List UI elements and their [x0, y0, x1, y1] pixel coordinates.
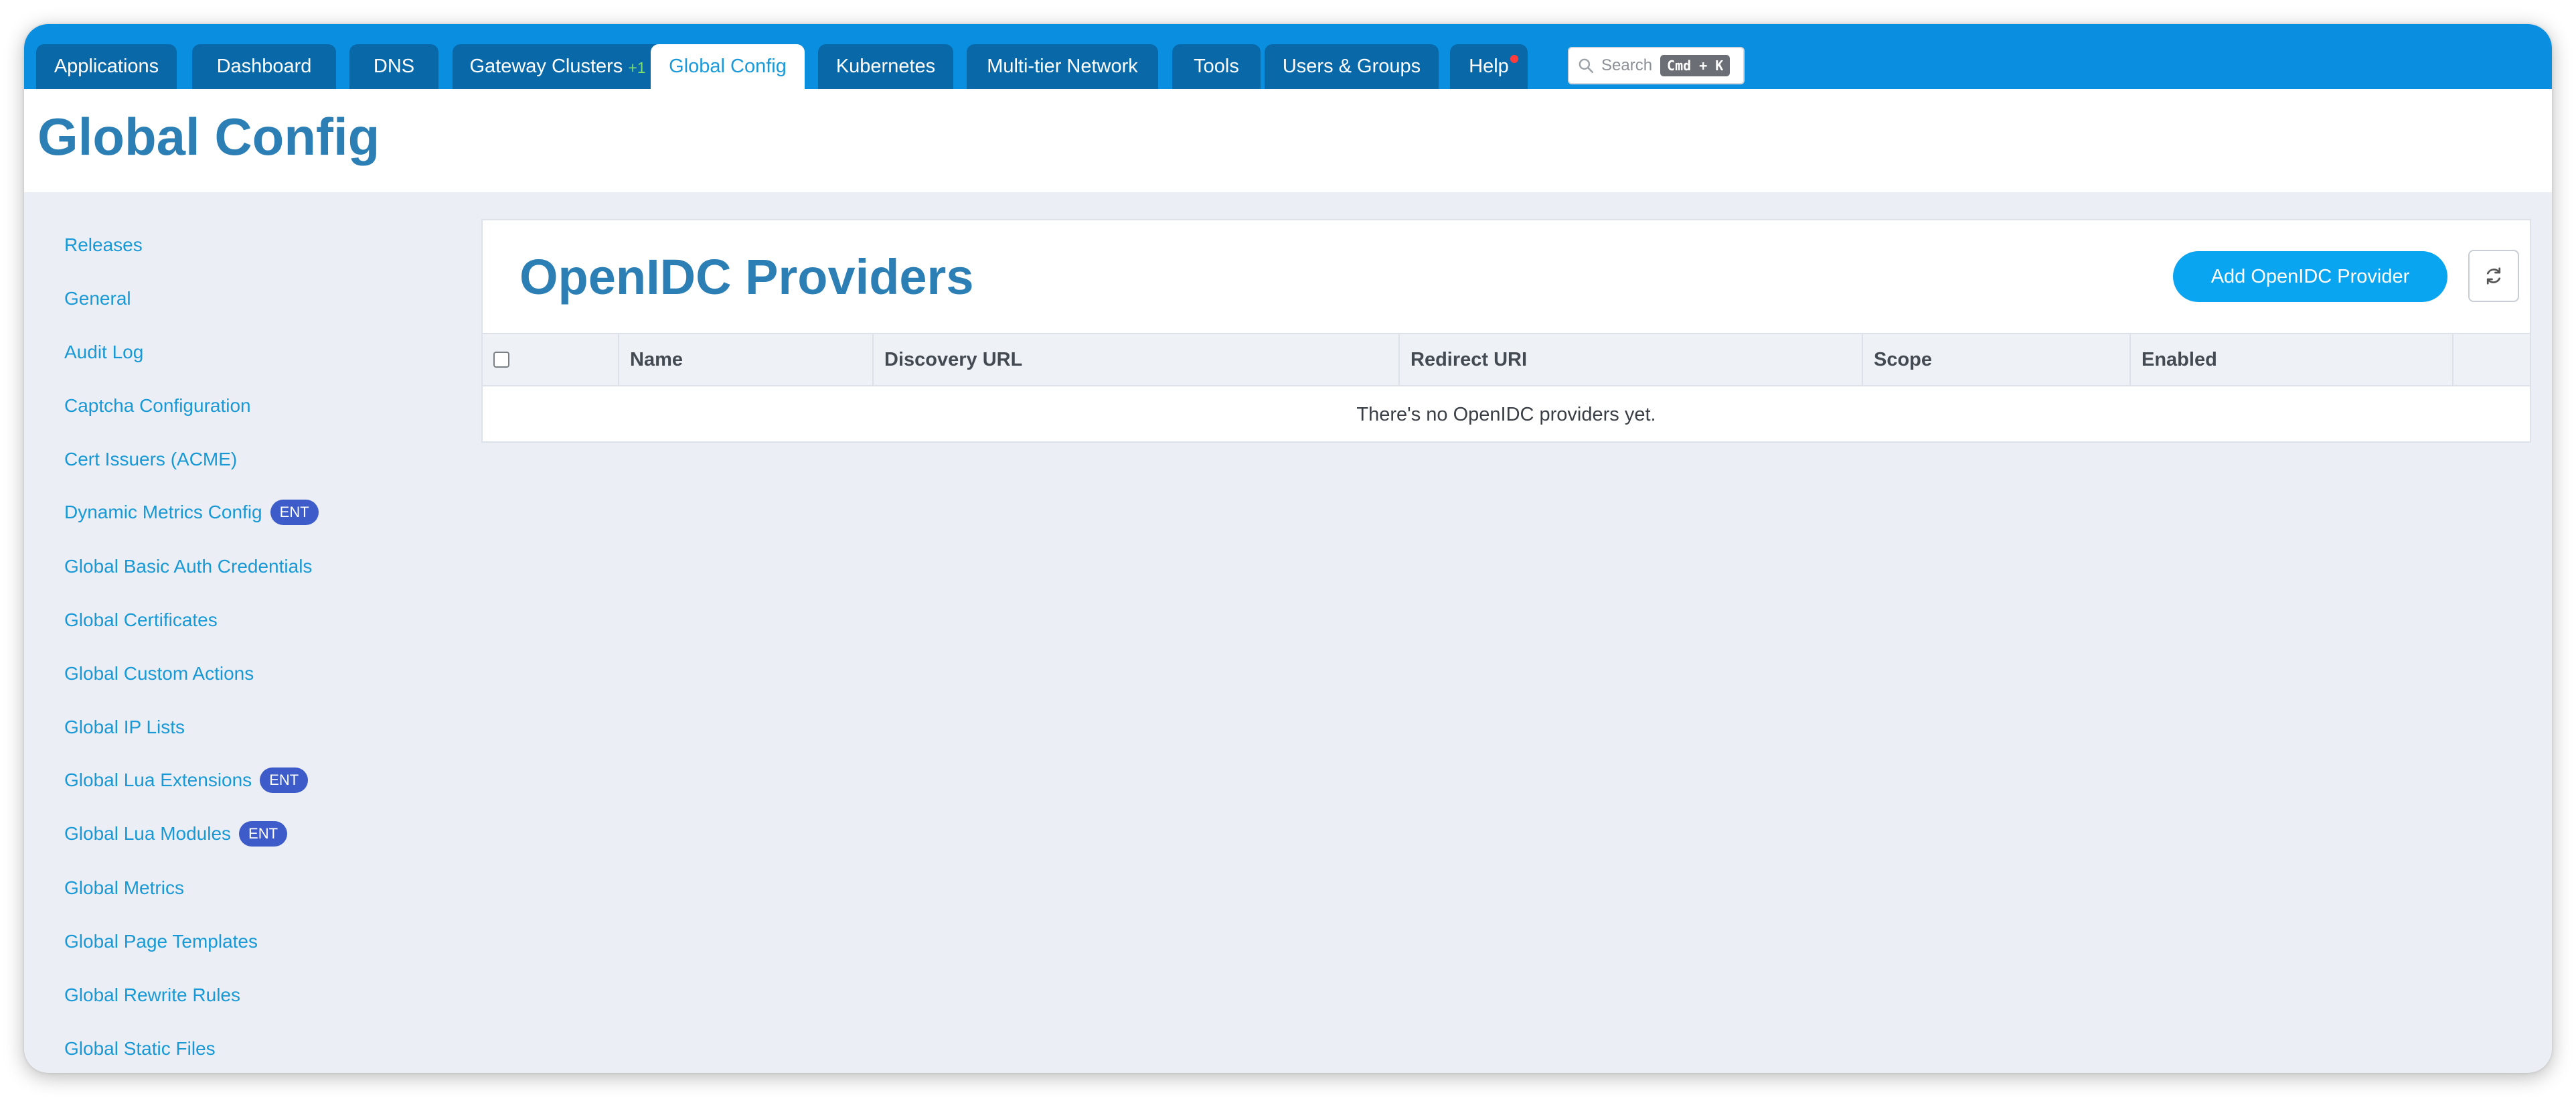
tab-label: Users & Groups: [1282, 56, 1421, 77]
sidebar-item-global-metrics[interactable]: Global Metrics: [64, 877, 184, 899]
select-all-cell: [483, 334, 619, 385]
tab-help[interactable]: Help: [1450, 44, 1528, 89]
openidc-providers-panel: OpenIDC Providers Add OpenIDC Provider N…: [481, 219, 2531, 443]
sidebar-item-label: Global Lua Modules: [64, 823, 232, 844]
tab-label: Global Config: [669, 56, 787, 77]
panel-title: OpenIDC Providers: [519, 249, 974, 305]
refresh-icon: [2486, 267, 2501, 285]
ent-badge: ENT: [239, 821, 288, 847]
search-shortcut: Cmd + K: [1660, 55, 1730, 76]
refresh-button[interactable]: [2468, 250, 2519, 302]
sidebar-item-global-certificates[interactable]: Global Certificates: [64, 609, 218, 631]
tab-label: Multi-tier Network: [987, 56, 1138, 77]
tab-multi-tier-network[interactable]: Multi-tier Network: [967, 44, 1158, 89]
sidebar-item-label: Global Page Templates: [64, 931, 258, 952]
tab-kubernetes[interactable]: Kubernetes: [818, 44, 953, 89]
table-header: Name Discovery URL Redirect URI Scope En…: [483, 333, 2530, 386]
sidebar-item-captcha-configuration[interactable]: Captcha Configuration: [64, 395, 251, 417]
column-header-enabled[interactable]: Enabled: [2131, 334, 2453, 385]
sidebar-item-label: Cert Issuers (ACME): [64, 449, 238, 469]
sidebar-item-global-basic-auth-credentials[interactable]: Global Basic Auth Credentials: [64, 556, 312, 577]
tab-users-groups[interactable]: Users & Groups: [1265, 44, 1439, 89]
sidebar-item-global-ip-lists[interactable]: Global IP Lists: [64, 717, 185, 738]
tab-label: Dashboard: [216, 56, 312, 77]
sidebar-item-releases[interactable]: Releases: [64, 234, 143, 256]
page-title: Global Config: [37, 107, 380, 166]
tab-label: Applications: [54, 56, 159, 77]
sidebar-item-label: Global Custom Actions: [64, 663, 254, 684]
sidebar-item-general[interactable]: General: [64, 288, 131, 309]
tab-dns[interactable]: DNS: [349, 44, 438, 89]
column-header-actions: [2453, 334, 2530, 385]
sidebar-item-label: Global Basic Auth Credentials: [64, 556, 313, 577]
sidebar-item-label: Global Rewrite Rules: [64, 984, 240, 1005]
sidebar-item-global-static-files[interactable]: Global Static Files: [64, 1038, 216, 1059]
sidebar-item-global-lua-extensions[interactable]: Global Lua Extensions ENT: [64, 767, 309, 793]
tab-label: Tools: [1194, 56, 1239, 77]
column-header-discovery-url[interactable]: Discovery URL: [874, 334, 1400, 385]
sidebar-item-dynamic-metrics-config[interactable]: Dynamic Metrics Config ENT: [64, 500, 319, 525]
sidebar-item-label: Global Static Files: [64, 1038, 216, 1059]
tab-label: Gateway Clusters: [469, 56, 623, 77]
empty-state-message: There's no OpenIDC providers yet.: [1356, 403, 1656, 425]
sidebar-item-label: General: [64, 288, 131, 309]
sidebar-item-label: Global Lua Extensions: [64, 770, 252, 790]
sidebar-item-global-lua-modules[interactable]: Global Lua Modules ENT: [64, 821, 288, 847]
sidebar-item-label: Global Certificates: [64, 609, 218, 630]
column-header-scope[interactable]: Scope: [1863, 334, 2131, 385]
top-nav: Applications Dashboard DNS Gateway Clust…: [24, 24, 2552, 89]
search-icon: [1579, 58, 1594, 74]
sidebar-item-label: Captcha Configuration: [64, 395, 251, 416]
tab-label: Kubernetes: [835, 56, 936, 77]
search-input[interactable]: Search Cmd + K: [1568, 47, 1745, 84]
title-band: Global Config: [24, 89, 2552, 192]
sidebar-item-cert-issuers[interactable]: Cert Issuers (ACME): [64, 449, 237, 470]
tab-applications[interactable]: Applications: [36, 44, 177, 89]
notification-dot: [1510, 55, 1518, 63]
search-placeholder: Search: [1601, 56, 1653, 74]
app-window: Applications Dashboard DNS Gateway Clust…: [24, 24, 2552, 1073]
tab-label: DNS: [373, 56, 415, 77]
sidebar-item-global-page-templates[interactable]: Global Page Templates: [64, 931, 258, 952]
tab-gateway-clusters[interactable]: Gateway Clusters +1: [453, 44, 663, 89]
sidebar-item-label: Releases: [64, 234, 143, 255]
sidebar-item-label: Global IP Lists: [64, 717, 185, 737]
sidebar-item-label: Audit Log: [64, 342, 144, 362]
tab-dashboard[interactable]: Dashboard: [192, 44, 336, 89]
ent-badge: ENT: [270, 500, 319, 525]
column-header-name[interactable]: Name: [619, 334, 874, 385]
tab-label: Help: [1469, 56, 1509, 77]
sidebar-item-audit-log[interactable]: Audit Log: [64, 342, 143, 363]
tab-global-config[interactable]: Global Config: [651, 44, 805, 89]
add-openidc-provider-button[interactable]: Add OpenIDC Provider: [2173, 251, 2447, 302]
column-header-redirect-uri[interactable]: Redirect URI: [1400, 334, 1863, 385]
ent-badge: ENT: [260, 767, 309, 793]
select-all-checkbox[interactable]: [493, 352, 509, 368]
sidebar-item-global-custom-actions[interactable]: Global Custom Actions: [64, 663, 254, 684]
tab-tools[interactable]: Tools: [1172, 44, 1261, 89]
sidebar-item-global-rewrite-rules[interactable]: Global Rewrite Rules: [64, 984, 240, 1006]
sidebar-item-label: Global Metrics: [64, 877, 184, 898]
tab-badge: +1: [628, 59, 646, 76]
sidebar-item-label: Dynamic Metrics Config: [64, 502, 262, 522]
